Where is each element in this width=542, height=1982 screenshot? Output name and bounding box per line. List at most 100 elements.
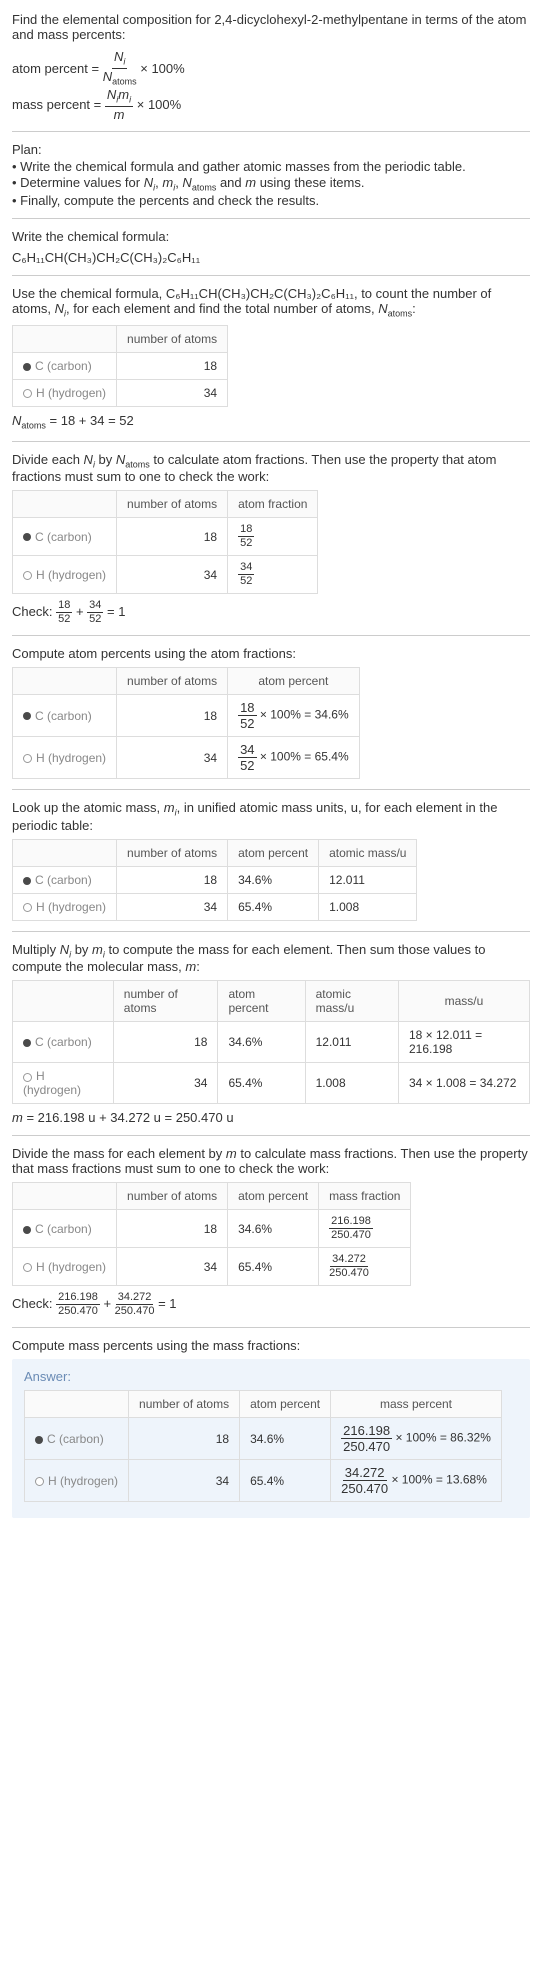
cell-value: 34 (117, 737, 228, 779)
hydrogen-dot-icon (23, 571, 32, 580)
cell-value: 1.008 (319, 893, 417, 920)
divider (12, 275, 530, 276)
atomic-mass-table: number of atomsatom percentatomic mass/u… (12, 839, 417, 921)
mass-fraction-table: number of atomsatom percentmass fraction… (12, 1182, 411, 1286)
col-header: number of atoms (117, 839, 228, 866)
text: = 1 (107, 604, 125, 619)
element-name: H (hydrogen) (23, 1069, 81, 1097)
hydrogen-dot-icon (23, 1263, 32, 1272)
carbon-dot-icon (35, 1436, 43, 1444)
element-name: H (hydrogen) (48, 1474, 118, 1488)
cell-value: 18 × 12.011 = 216.198 (398, 1022, 529, 1063)
divider (12, 635, 530, 636)
table-row: H (hydrogen) 34 65.4% 1.008 34 × 1.008 =… (13, 1063, 530, 1104)
answer-box: Answer: number of atomsatom percentmass … (12, 1359, 530, 1518)
element-name: C (carbon) (35, 1035, 92, 1049)
carbon-dot-icon (23, 712, 31, 720)
col-header: number of atoms (117, 668, 228, 695)
element-name: H (hydrogen) (36, 900, 106, 914)
fraction-icon: 216.198250.470 (341, 1424, 392, 1453)
cell-value: 34 (117, 1248, 228, 1286)
fraction-icon: 34.272250.470 (115, 1292, 155, 1317)
table-row: C (carbon) 18 (13, 352, 228, 379)
check-equation: Check: 216.198250.470 + 34.272250.470 = … (12, 1292, 530, 1317)
fraction-icon: 34.272250.470 (329, 1254, 369, 1279)
element-name: C (carbon) (35, 873, 92, 887)
chemical-formula: C₆H₁₁CH(CH₃)CH₂C(CH₃)₂C₆H₁₁ (12, 250, 530, 265)
write-formula-label: Write the chemical formula: (12, 229, 530, 244)
col-header: atom fraction (228, 491, 318, 518)
answer-title: Answer: (24, 1369, 518, 1384)
fraction-icon: 1852 (238, 524, 254, 549)
col-header: atom percent (228, 1183, 319, 1210)
atom-percent-formula: atom percent = Ni Natoms × 100% (12, 50, 530, 86)
col-header: atom percent (228, 668, 360, 695)
fraction-icon: 216.198250.470 (56, 1292, 100, 1317)
compute-mass-pct-text: Compute mass percents using the mass fra… (12, 1338, 530, 1353)
hydrogen-dot-icon (23, 903, 32, 912)
col-header: mass/u (398, 981, 529, 1022)
col-header: number of atoms (113, 981, 218, 1022)
element-name: H (hydrogen) (36, 751, 106, 765)
atom-fraction-table: number of atomsatom fraction C (carbon) … (12, 490, 318, 594)
plan-title: Plan: (12, 142, 530, 157)
mass-table: number of atomsatom percentatomic mass/u… (12, 980, 530, 1104)
mass-percent-formula: mass percent = Nimi m × 100% (12, 88, 530, 121)
divide-mass-text: Divide the mass for each element by m to… (12, 1146, 530, 1176)
cell-value: 34 (117, 556, 228, 594)
element-name: H (hydrogen) (36, 1260, 106, 1274)
table-row: C (carbon) 18 1852 × 100% = 34.6% (13, 695, 360, 737)
cell-value: 12.011 (319, 866, 417, 893)
hydrogen-dot-icon (35, 1477, 44, 1486)
fraction-icon: 3452 (238, 562, 254, 587)
m-equation: m = 216.198 u + 34.272 u = 250.470 u (12, 1110, 530, 1125)
table-row: C (carbon) 18 34.6% 216.198250.470 (13, 1210, 411, 1248)
col-header: atom percent (240, 1391, 331, 1418)
cell-value: 34 (117, 893, 228, 920)
fraction-icon: 216.198250.470 (329, 1216, 373, 1241)
col-header: atom percent (228, 839, 319, 866)
divider (12, 789, 530, 790)
table-row: C (carbon) 18 34.6% 12.011 (13, 866, 417, 893)
carbon-dot-icon (23, 533, 31, 541)
plan-item: • Determine values for Ni, mi, Natoms an… (12, 175, 530, 193)
col-header: number of atoms (129, 1391, 240, 1418)
col-header: atomic mass/u (319, 839, 417, 866)
cell-value: 34 (117, 379, 228, 406)
cell-value: 18 (117, 352, 228, 379)
fraction-icon: Ni Natoms (103, 50, 137, 86)
cell-value: 34 × 1.008 = 34.272 (398, 1063, 529, 1104)
fraction-icon: 3452 (87, 600, 103, 625)
cell-value: 18 (113, 1022, 218, 1063)
cell-value: 1.008 (305, 1063, 398, 1104)
mass-percent-label: mass percent = (12, 97, 101, 112)
cell-value: × 100% = 65.4% (260, 750, 349, 764)
cell-value: × 100% = 86.32% (395, 1431, 490, 1445)
cell-value: 65.4% (228, 893, 319, 920)
cell-value: 34 (113, 1063, 218, 1104)
cell-value: 34 (129, 1460, 240, 1502)
atom-percent-table: number of atomsatom percent C (carbon) 1… (12, 667, 360, 779)
natoms-equation: Natoms = 18 + 34 = 52 (12, 413, 530, 431)
compute-atom-pct-text: Compute atom percents using the atom fra… (12, 646, 530, 661)
lookup-text: Look up the atomic mass, mi, in unified … (12, 800, 530, 833)
col-header: mass percent (331, 1391, 502, 1418)
cell-value: 18 (117, 1210, 228, 1248)
fraction-icon: Nimi m (105, 88, 133, 121)
divide-ni-text: Divide each Ni by Natoms to calculate at… (12, 452, 530, 485)
cell-value: × 100% = 34.6% (260, 708, 349, 722)
cell-value: 34.6% (228, 866, 319, 893)
fraction-icon: 3452 (238, 743, 256, 772)
hydrogen-dot-icon (23, 754, 32, 763)
plan-item: • Write the chemical formula and gather … (12, 159, 530, 174)
col-header: number of atoms (117, 491, 228, 518)
check-equation: Check: 1852 + 3452 = 1 (12, 600, 530, 625)
table-row: C (carbon) 18 34.6% 216.198250.470 × 100… (25, 1418, 502, 1460)
cell-value: 34.6% (240, 1418, 331, 1460)
col-header: number of atoms (117, 1183, 228, 1210)
cell-value: 34.6% (218, 1022, 305, 1063)
cell-value: 18 (117, 866, 228, 893)
use-formula-text: Use the chemical formula, C₆H₁₁CH(CH₃)CH… (12, 286, 530, 319)
cell-value: × 100% = 13.68% (391, 1473, 486, 1487)
col-header: atomic mass/u (305, 981, 398, 1022)
